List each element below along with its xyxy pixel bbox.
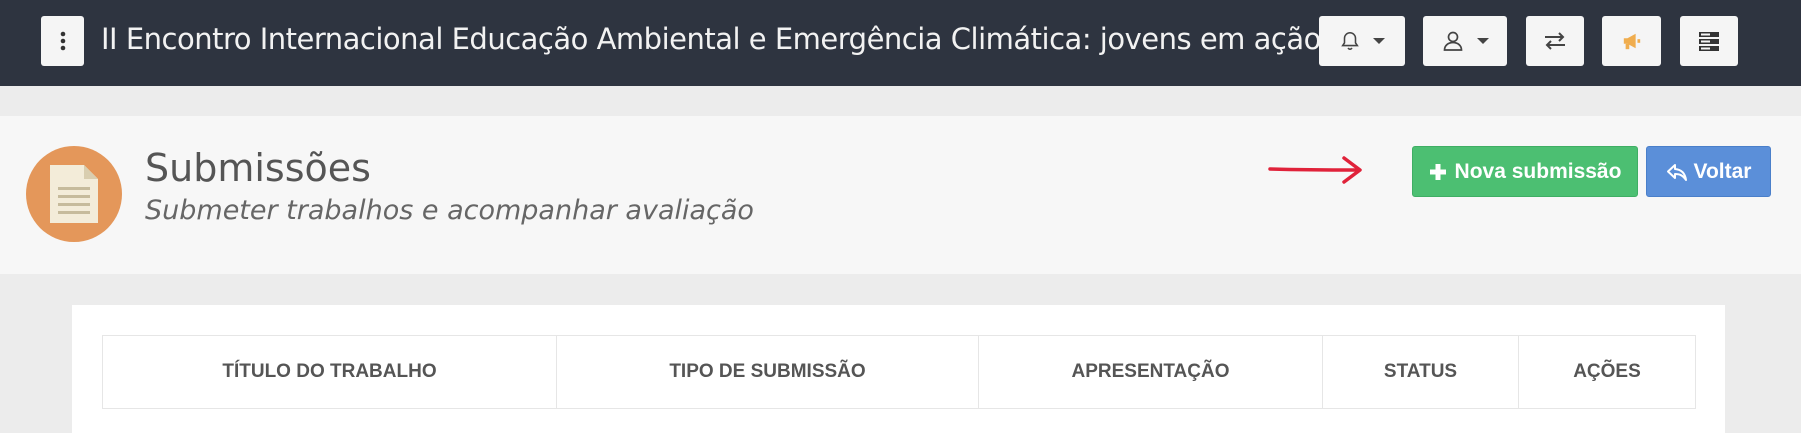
event-title: II Encontro Internacional Educação Ambie… xyxy=(101,22,1321,56)
notifications-button[interactable] xyxy=(1319,16,1405,66)
user-icon xyxy=(1443,31,1463,51)
swap-icon xyxy=(1545,32,1565,50)
top-navbar: II Encontro Internacional Educação Ambie… xyxy=(0,0,1801,86)
reply-icon xyxy=(1666,163,1687,181)
switch-event-button[interactable] xyxy=(1526,16,1584,66)
column-header-presentation[interactable]: APRESENTAÇÃO xyxy=(979,336,1323,408)
column-header-type[interactable]: TIPO DE SUBMISSÃO xyxy=(557,336,979,408)
page-icon xyxy=(26,146,122,242)
back-label: Voltar xyxy=(1693,159,1752,183)
submissions-table: TÍTULO DO TRABALHO TIPO DE SUBMISSÃO APR… xyxy=(102,335,1696,409)
column-header-status[interactable]: STATUS xyxy=(1323,336,1519,408)
new-submission-label: Nova submissão xyxy=(1454,159,1622,183)
vertical-dots-icon xyxy=(60,31,65,51)
server-panel-button[interactable] xyxy=(1680,16,1738,66)
new-submission-button[interactable]: Nova submissão xyxy=(1412,146,1638,197)
column-header-actions: AÇÕES xyxy=(1573,361,1641,382)
column-header-title[interactable]: TÍTULO DO TRABALHO xyxy=(103,336,557,408)
page-subtitle: Submeter trabalhos e acompanhar avaliaçã… xyxy=(145,195,754,226)
back-button[interactable]: Voltar xyxy=(1646,146,1771,197)
server-icon xyxy=(1699,32,1719,51)
chevron-down-icon xyxy=(1373,38,1385,44)
chevron-down-icon xyxy=(1477,38,1489,44)
menu-toggle-button[interactable] xyxy=(41,16,84,66)
user-menu-button[interactable] xyxy=(1423,16,1507,66)
announcements-button[interactable] xyxy=(1602,16,1661,66)
plus-icon xyxy=(1429,163,1446,180)
bell-icon xyxy=(1341,31,1359,51)
page-title: Submissões xyxy=(145,146,371,190)
megaphone-icon xyxy=(1623,33,1640,50)
document-icon xyxy=(50,165,98,223)
annotation-arrow-icon xyxy=(1268,156,1362,184)
